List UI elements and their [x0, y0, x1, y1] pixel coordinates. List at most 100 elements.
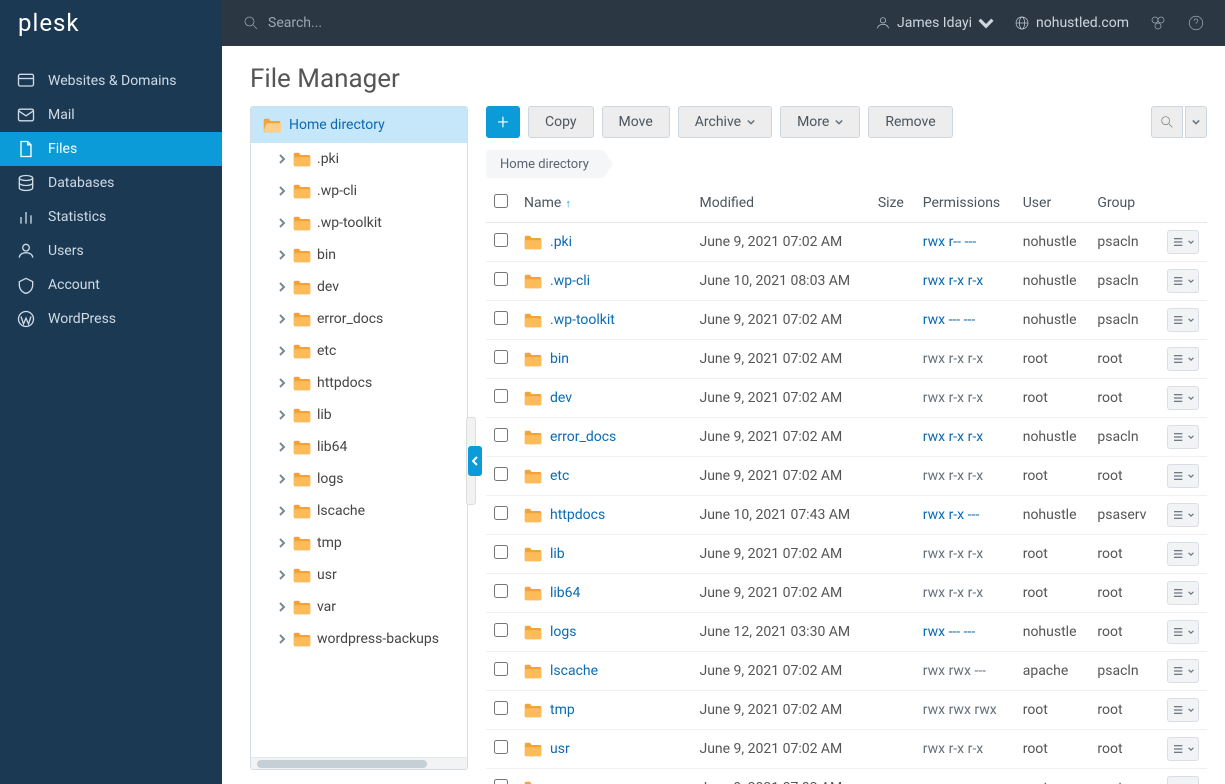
copy-button[interactable]: Copy [528, 106, 594, 138]
sidebar-item-users[interactable]: Users [0, 234, 222, 268]
file-name-link[interactable]: .pki [550, 234, 572, 250]
search-button[interactable]: Search... [242, 14, 322, 32]
tree-item[interactable]: lscache [251, 495, 467, 527]
file-name-link[interactable]: etc [550, 468, 569, 484]
permissions-link[interactable]: rwx r-x r-x [923, 273, 983, 289]
permissions-link[interactable]: rwx r-x r-x [923, 429, 983, 445]
file-name-link[interactable]: .wp-cli [550, 273, 590, 289]
tree-item[interactable]: lib64 [251, 431, 467, 463]
brand-logo[interactable]: plesk [0, 0, 222, 46]
sidebar-item-statistics[interactable]: Statistics [0, 200, 222, 234]
file-name-link[interactable]: lib [550, 546, 565, 562]
sidebar-item-account[interactable]: Account [0, 268, 222, 302]
col-name[interactable]: Name↑ [516, 184, 691, 223]
row-actions-button[interactable] [1167, 347, 1199, 371]
row-checkbox[interactable] [494, 350, 508, 364]
row-checkbox[interactable] [494, 233, 508, 247]
row-actions-button[interactable] [1167, 230, 1199, 254]
tree-item[interactable]: lib [251, 399, 467, 431]
col-user[interactable]: User [1015, 184, 1090, 223]
row-checkbox[interactable] [494, 662, 508, 676]
file-name-link[interactable]: httpdocs [550, 507, 605, 523]
breadcrumb[interactable]: Home directory [486, 150, 603, 178]
row-checkbox[interactable] [494, 545, 508, 559]
file-name-link[interactable]: logs [550, 624, 576, 640]
sidebar-item-wordpress[interactable]: WordPress [0, 302, 222, 336]
domain-menu[interactable]: nohustled.com [1014, 15, 1129, 31]
permissions-link[interactable]: rwx --- --- [923, 312, 976, 328]
more-button[interactable]: More [780, 106, 860, 138]
file-name-link[interactable]: error_docs [550, 429, 616, 445]
sidebar-item-files[interactable]: Files [0, 132, 222, 166]
archive-button[interactable]: Archive [678, 106, 772, 138]
row-checkbox[interactable] [494, 467, 508, 481]
extensions-icon[interactable] [1149, 14, 1167, 32]
permissions-link[interactable]: rwx --- --- [923, 624, 976, 640]
row-checkbox[interactable] [494, 272, 508, 286]
tree-root[interactable]: Home directory [251, 107, 467, 143]
tree-item[interactable]: bin [251, 239, 467, 271]
tree-item[interactable]: .wp-toolkit [251, 207, 467, 239]
row-checkbox[interactable] [494, 389, 508, 403]
tree-item[interactable]: .pki [251, 143, 467, 175]
row-checkbox[interactable] [494, 311, 508, 325]
row-checkbox[interactable] [494, 506, 508, 520]
row-actions-button[interactable] [1167, 464, 1199, 488]
row-actions-button[interactable] [1167, 503, 1199, 527]
file-name-link[interactable]: lscache [550, 663, 598, 679]
col-group[interactable]: Group [1089, 184, 1159, 223]
select-all-checkbox[interactable] [494, 194, 508, 208]
row-actions-button[interactable] [1167, 620, 1199, 644]
row-checkbox[interactable] [494, 701, 508, 715]
row-actions-button[interactable] [1167, 776, 1199, 784]
permissions-link[interactable]: rwx r-- --- [923, 234, 976, 250]
col-permissions[interactable]: Permissions [915, 184, 1015, 223]
sidebar-item-mail[interactable]: Mail [0, 98, 222, 132]
tree-item[interactable]: var [251, 591, 467, 623]
col-modified[interactable]: Modified [691, 184, 869, 223]
file-name-link[interactable]: lib64 [550, 585, 580, 601]
help-icon[interactable] [1187, 14, 1205, 32]
add-button[interactable]: + [486, 106, 520, 138]
user-menu[interactable]: James Idayi [875, 15, 994, 31]
row-actions-button[interactable] [1167, 542, 1199, 566]
row-actions-button[interactable] [1167, 737, 1199, 761]
row-checkbox[interactable] [494, 584, 508, 598]
col-size[interactable]: Size [870, 184, 915, 223]
sidebar-item-websites[interactable]: Websites & Domains [0, 64, 222, 98]
tree-item[interactable]: etc [251, 335, 467, 367]
tree-item[interactable]: .wp-cli [251, 175, 467, 207]
file-name-link[interactable]: .wp-toolkit [550, 312, 615, 328]
tree-item[interactable]: error_docs [251, 303, 467, 335]
row-actions-button[interactable] [1167, 386, 1199, 410]
row-actions-button[interactable] [1167, 698, 1199, 722]
row-actions-button[interactable] [1167, 308, 1199, 332]
move-button[interactable]: Move [602, 106, 670, 138]
row-checkbox[interactable] [494, 623, 508, 637]
row-actions-button[interactable] [1167, 269, 1199, 293]
tree-item[interactable]: usr [251, 559, 467, 591]
file-name-link[interactable]: usr [550, 741, 570, 757]
row-actions-button[interactable] [1167, 425, 1199, 449]
tree-item[interactable]: httpdocs [251, 367, 467, 399]
permissions-link[interactable]: rwx r-x --- [923, 507, 979, 523]
row-actions-button[interactable] [1167, 659, 1199, 683]
tree-item[interactable]: tmp [251, 527, 467, 559]
file-name-link[interactable]: tmp [550, 702, 575, 718]
search-files-button[interactable] [1151, 106, 1183, 138]
remove-button[interactable]: Remove [868, 106, 952, 138]
file-name-link[interactable]: dev [550, 390, 572, 406]
sidebar-item-databases[interactable]: Databases [0, 166, 222, 200]
tree-item[interactable]: wordpress-backups [251, 623, 467, 655]
row-checkbox[interactable] [494, 740, 508, 754]
row-checkbox[interactable] [494, 779, 508, 784]
tree-collapse-handle[interactable] [464, 416, 478, 506]
file-name-link[interactable]: var [550, 780, 569, 784]
file-name-link[interactable]: bin [550, 351, 569, 367]
tree-item[interactable]: logs [251, 463, 467, 495]
search-options-button[interactable] [1185, 106, 1207, 138]
tree-item[interactable]: dev [251, 271, 467, 303]
row-checkbox[interactable] [494, 428, 508, 442]
row-actions-button[interactable] [1167, 581, 1199, 605]
tree-scrollbar[interactable] [251, 757, 467, 769]
